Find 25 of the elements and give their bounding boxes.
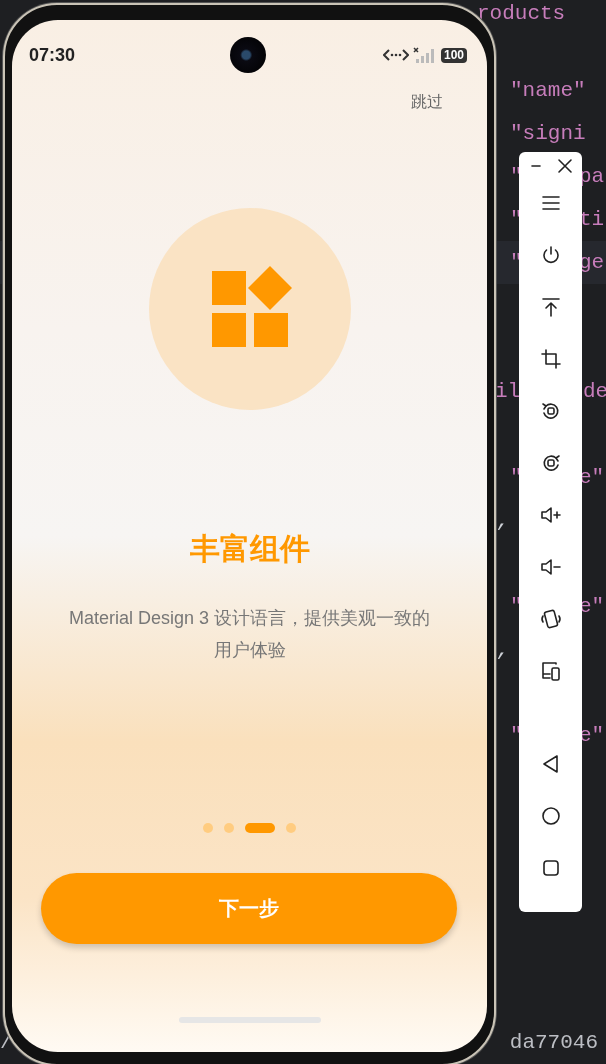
skip-link[interactable]: 跳过 <box>411 91 443 113</box>
code-text: "name" <box>510 79 586 102</box>
code-text: ti <box>579 208 605 231</box>
onboarding-title: 丰富组件 <box>189 531 310 567</box>
crop-icon[interactable] <box>539 348 562 370</box>
camera-hole <box>230 37 266 73</box>
battery-icon: 100 <box>440 47 467 63</box>
upload-icon[interactable] <box>539 296 562 318</box>
home-icon[interactable] <box>539 805 562 827</box>
code-text: roducts <box>477 1 566 25</box>
volume-down-icon[interactable] <box>539 556 562 578</box>
code-icon <box>382 48 409 62</box>
status-time: 07:30 <box>29 44 76 66</box>
code-text: il <box>495 380 522 403</box>
phone-tilt-icon[interactable] <box>539 608 562 630</box>
volume-up-icon[interactable] <box>539 504 562 526</box>
devices-icon[interactable] <box>539 660 562 682</box>
onboarding-description: Material Design 3 设计语言，提供美观一致的用户体验 <box>67 607 432 662</box>
code-text: , <box>497 509 510 532</box>
signal-icon <box>412 47 437 63</box>
code-text: , <box>497 638 510 661</box>
code-text: "signi <box>510 122 586 145</box>
widgets-icon <box>211 265 294 347</box>
code-text: da77046 <box>509 1030 598 1054</box>
code-text: de <box>583 380 606 403</box>
